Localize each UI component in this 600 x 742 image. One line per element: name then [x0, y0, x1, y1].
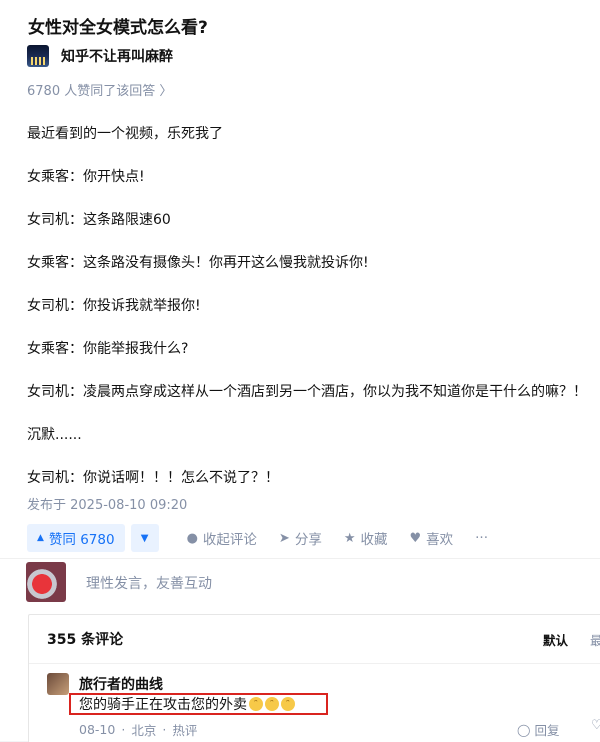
question-title[interactable]: 女性对全女模式怎么看? — [28, 13, 208, 38]
commenter-name[interactable]: 旅行者的曲线 — [79, 674, 163, 694]
comments-count: 355 条评论 — [47, 632, 124, 648]
commenter-avatar[interactable] — [47, 673, 69, 695]
triangle-up-icon: ▲ — [37, 533, 44, 543]
share-label: 分享 — [294, 532, 322, 548]
downvote-button[interactable]: ▼ — [130, 524, 159, 552]
author-avatar[interactable] — [27, 45, 49, 67]
author-name[interactable]: 知乎不让再叫麻醉 — [61, 46, 173, 66]
answer-paragraph: 女司机：你投诉我就举报你! — [27, 298, 201, 314]
answer-paragraph: 女司机：这条路限速60 — [27, 212, 171, 228]
comment-input[interactable]: 理性发言，友善互动 — [86, 573, 212, 593]
answer-paragraph: 女乘客：你能举报我什么? — [27, 341, 189, 357]
collapse-comments-button[interactable]: ● 收起评论 — [186, 528, 257, 549]
action-bar: ▲ 赞同 6780 ▼ ● 收起评论 ➤ 分享 ★ 收藏 ♥ 喜欢 ··· — [27, 524, 488, 552]
cat-face-icon: ᵔ — [249, 697, 263, 711]
star-icon: ★ — [343, 530, 356, 546]
cat-face-icon: ᵔ — [281, 697, 295, 711]
like-button[interactable]: ♥ 喜欢 — [409, 528, 454, 549]
answer-paragraph: 沉默...... — [27, 427, 82, 443]
more-button[interactable]: ··· — [475, 530, 488, 546]
favorite-button[interactable]: ★ 收藏 — [343, 528, 388, 549]
divider — [29, 663, 600, 664]
comment-input-row: 理性发言，友善互动 — [0, 558, 600, 605]
answer-paragraph: 最近看到的一个视频，乐死我了 — [27, 126, 223, 142]
answer-paragraph: 女乘客：你开快点! — [27, 169, 145, 185]
heart-icon: ♥ — [409, 530, 422, 546]
my-avatar — [26, 562, 66, 602]
comment-location: 北京 — [131, 723, 157, 738]
answer-paragraph: 女乘客：这条路没有摄像头！你再开这么慢我就投诉你! — [27, 255, 369, 271]
cat-face-icon: ᵔ — [265, 697, 279, 711]
triangle-down-icon: ▼ — [140, 532, 149, 544]
upvote-label: 赞同 6780 — [48, 532, 115, 548]
paper-plane-icon: ➤ — [278, 530, 290, 546]
collapse-comments-label: 收起评论 — [202, 532, 257, 548]
answer-card: 女性对全女模式怎么看? 知乎不让再叫麻醉 6780 人赞同了该回答 〉 最近看到… — [0, 0, 600, 742]
upvote-button[interactable]: ▲ 赞同 6780 — [27, 524, 125, 552]
reply-label: 回复 — [534, 723, 560, 738]
publish-time: 发布于 2025-08-10 09:20 — [27, 498, 188, 513]
favorite-label: 收藏 — [360, 532, 388, 548]
comment-like-icon[interactable]: ♡ — [591, 718, 600, 733]
author-row: 知乎不让再叫麻醉 — [27, 44, 173, 68]
more-icon: ··· — [475, 530, 489, 546]
reply-button[interactable]: ◯ 回复 — [517, 720, 559, 739]
reply-bubble-icon: ◯ — [517, 722, 531, 737]
comment-bubble-icon: ● — [186, 530, 198, 546]
comment-meta: 08-10 · 北京 · 热评 — [79, 722, 198, 738]
answer-paragraph: 女司机：你说话啊！！！怎么不说了？！ — [27, 470, 279, 486]
like-label: 喜欢 — [426, 532, 454, 548]
comments-panel: 355 条评论 默认 最 旅行者的曲线 您的骑手正在攻击您的外卖 ᵔ ᵔ ᵔ 0… — [28, 614, 600, 742]
answer-paragraph: 女司机：凌晨两点穿成这样从一个酒店到另一个酒店，你以为我不知道你是干什么的嘛？！ — [27, 384, 587, 400]
sort-latest-button[interactable]: 最 — [590, 630, 600, 649]
comment-date: 08-10 — [79, 722, 116, 737]
upvote-summary[interactable]: 6780 人赞同了该回答 〉 — [27, 80, 172, 99]
hot-comment-badge: 热评 — [172, 723, 198, 738]
sort-default-button[interactable]: 默认 — [543, 630, 568, 649]
highlighted-comment: 您的骑手正在攻击您的外卖 ᵔ ᵔ ᵔ — [69, 693, 328, 715]
comment-text: 您的骑手正在攻击您的外卖 — [79, 697, 247, 713]
share-button[interactable]: ➤ 分享 — [278, 528, 322, 549]
